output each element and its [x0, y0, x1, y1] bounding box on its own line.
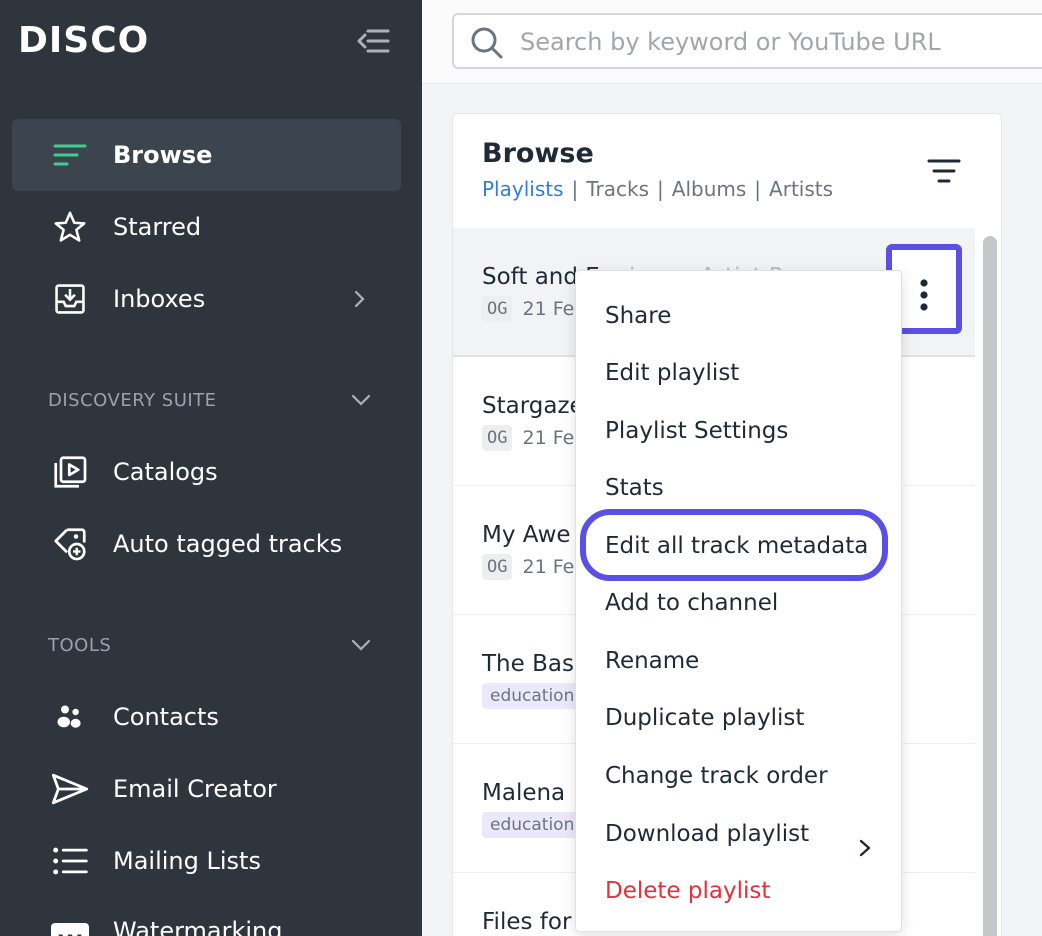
sidebar-item-label: Browse [113, 141, 213, 169]
sidebar-item-auto-tagged[interactable]: Auto tagged tracks [12, 508, 401, 580]
playlist-title: The Bass [482, 651, 586, 677]
watermark-icon: W [50, 913, 90, 936]
menu-item-edit-all-track-metadata[interactable]: Edit all track metadata [576, 521, 901, 571]
star-icon [50, 207, 90, 247]
browse-tabs: Playlists | Tracks | Albums | Artists [482, 177, 833, 201]
sidebar-item-starred[interactable]: Starred [12, 191, 401, 263]
search-input[interactable] [520, 23, 1042, 61]
more-vertical-icon [920, 279, 928, 311]
playlist-title: Malena [482, 780, 566, 806]
sidebar-item-label: Contacts [113, 703, 219, 731]
chevron-right-icon [350, 289, 370, 309]
sidebar-item-label: Watermarking [113, 917, 283, 936]
menu-item-add-to-channel[interactable]: Add to channel [576, 578, 901, 628]
sidebar-item-mailing-lists[interactable]: Mailing Lists [12, 825, 401, 897]
sidebar-item-email-creator[interactable]: Email Creator [12, 753, 401, 825]
playlist-title: Files for [482, 909, 572, 935]
sidebar: DISCO Browse Starred Inboxes DISCOVERY S… [0, 0, 422, 936]
sidebar-item-contacts[interactable]: Contacts [12, 681, 401, 753]
sidebar-item-browse[interactable]: Browse [12, 119, 401, 191]
playlist-context-menu: Share Edit playlist Playlist Settings St… [575, 270, 902, 932]
playlist-title: My Awe [482, 522, 571, 548]
tag-add-icon [50, 524, 90, 564]
browse-lines-icon [50, 135, 90, 175]
tab-albums[interactable]: Albums [672, 177, 747, 201]
owner-badge: OG [482, 425, 513, 451]
send-icon [50, 769, 90, 809]
menu-item-playlist-settings[interactable]: Playlist Settings [576, 406, 901, 456]
tab-tracks[interactable]: Tracks [586, 177, 649, 201]
inbox-icon [50, 279, 90, 319]
playlist-meta: education [482, 683, 583, 709]
section-title-discovery: DISCOVERY SUITE [48, 390, 217, 411]
playlist-tag: education [482, 683, 583, 709]
chevron-down-icon[interactable] [350, 638, 372, 652]
playlist-meta: OG 21 Feb [482, 296, 586, 322]
contacts-icon [50, 697, 90, 737]
sidebar-item-label: Email Creator [113, 775, 277, 803]
disco-logo[interactable]: DISCO [18, 20, 149, 61]
sidebar-item-label: Auto tagged tracks [113, 530, 343, 558]
sidebar-item-label: Mailing Lists [113, 847, 261, 875]
list-icon [50, 841, 90, 881]
topbar [422, 0, 1042, 84]
menu-item-label: Download playlist [605, 821, 810, 847]
menu-item-delete-playlist[interactable]: Delete playlist [576, 866, 901, 916]
playlist-tag: education [482, 812, 583, 838]
svg-text:W: W [58, 932, 82, 936]
sidebar-item-watermarking[interactable]: W Watermarking [12, 897, 401, 936]
playlist-meta: OG 21 Feb [482, 554, 586, 580]
sidebar-item-catalogs[interactable]: Catalogs [12, 436, 401, 508]
menu-item-change-track-order[interactable]: Change track order [576, 751, 901, 801]
search-box[interactable] [452, 13, 1042, 69]
playlist-meta: education [482, 812, 583, 838]
tab-separator: | [571, 177, 579, 201]
tab-separator: | [657, 177, 664, 201]
menu-item-download-playlist[interactable]: Download playlist [576, 809, 901, 859]
menu-item-share[interactable]: Share [576, 291, 901, 341]
catalog-icon [50, 452, 90, 492]
collapse-sidebar-icon[interactable] [356, 26, 390, 56]
sidebar-item-inboxes[interactable]: Inboxes [12, 263, 401, 335]
menu-item-duplicate-playlist[interactable]: Duplicate playlist [576, 693, 901, 743]
tab-artists[interactable]: Artists [769, 177, 833, 201]
sidebar-item-label: Inboxes [113, 285, 206, 313]
chevron-right-icon [858, 825, 872, 857]
tab-separator: | [754, 177, 762, 201]
scrollbar[interactable] [983, 236, 997, 936]
menu-item-edit-playlist[interactable]: Edit playlist [576, 348, 901, 398]
page-title: Browse [482, 138, 594, 169]
owner-badge: OG [482, 554, 513, 580]
tab-playlists[interactable]: Playlists [482, 177, 564, 201]
playlist-title: Stargaze [482, 393, 584, 419]
menu-item-rename[interactable]: Rename [576, 636, 901, 686]
section-title-tools: TOOLS [48, 635, 112, 656]
menu-item-stats[interactable]: Stats [576, 463, 901, 513]
playlist-meta: OG 21 Feb [482, 425, 586, 451]
search-icon [470, 26, 504, 60]
sidebar-item-label: Catalogs [113, 458, 218, 486]
chevron-down-icon[interactable] [350, 393, 372, 407]
owner-badge: OG [482, 296, 513, 322]
filter-icon[interactable] [927, 158, 961, 184]
sidebar-item-label: Starred [113, 213, 202, 241]
